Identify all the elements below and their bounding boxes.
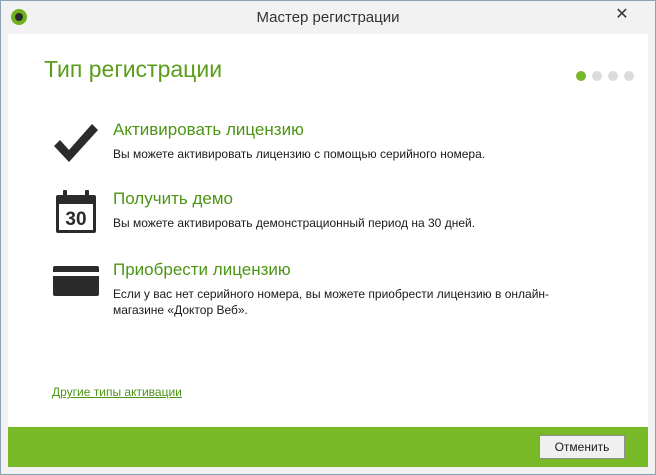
option-title: Приобрести лицензию bbox=[113, 260, 291, 279]
checkmark-icon bbox=[52, 120, 100, 168]
option-title: Получить демо bbox=[113, 189, 233, 208]
wizard-content: Тип регистрации Активировать лицензию Вы… bbox=[8, 34, 648, 427]
option-get-demo[interactable]: 30 Получить демо Вы можете активировать … bbox=[52, 189, 632, 249]
option-title: Активировать лицензию bbox=[113, 120, 304, 139]
step-dot-3 bbox=[608, 71, 618, 81]
step-indicator bbox=[576, 68, 640, 81]
step-dot-2 bbox=[592, 71, 602, 81]
cancel-button[interactable]: Отменить bbox=[539, 435, 625, 459]
step-dot-1 bbox=[576, 71, 586, 81]
option-description: Если у вас нет серийного номера, вы може… bbox=[113, 287, 550, 317]
footer-bar: Отменить bbox=[8, 427, 648, 467]
credit-card-icon bbox=[52, 260, 100, 308]
calendar-number: 30 bbox=[65, 209, 86, 230]
page-title: Тип регистрации bbox=[44, 56, 223, 82]
window-title: Мастер регистрации bbox=[256, 9, 400, 26]
calendar-icon: 30 bbox=[52, 189, 100, 237]
option-description: Вы можете активировать лицензию с помощь… bbox=[113, 147, 486, 161]
option-buy-license[interactable]: Приобрести лицензию Если у вас нет серий… bbox=[52, 260, 632, 320]
option-description: Вы можете активировать демонстрационный … bbox=[113, 216, 476, 230]
close-button[interactable]: ✕ bbox=[599, 1, 645, 29]
option-activate-license[interactable]: Активировать лицензию Вы можете активиро… bbox=[52, 120, 632, 180]
registration-wizard-window: Мастер регистрации ✕ Тип регистрации Акт… bbox=[0, 0, 656, 475]
other-activation-types-link[interactable]: Другие типы активации bbox=[52, 385, 182, 399]
step-dot-4 bbox=[624, 71, 634, 81]
title-bar: Мастер регистрации ✕ bbox=[1, 1, 655, 34]
